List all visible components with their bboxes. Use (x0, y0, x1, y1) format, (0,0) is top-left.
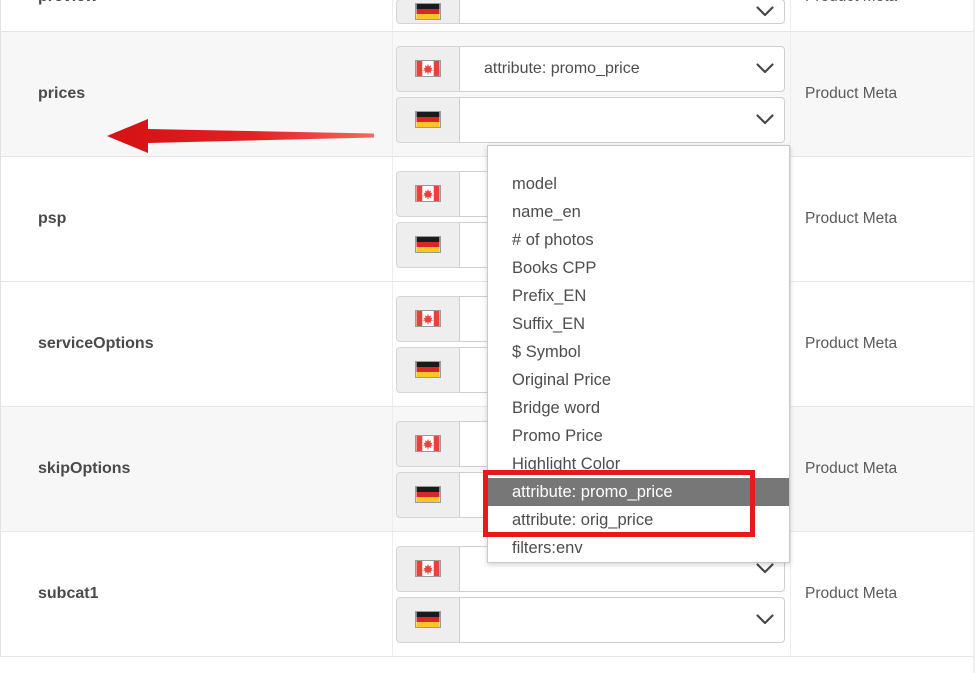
chevron-down-icon (756, 6, 774, 17)
dropdown-option[interactable]: Highlight Color (488, 450, 789, 478)
flag-canada-glyph (415, 60, 441, 77)
row-meta-type: Product Meta (791, 157, 975, 281)
flag-germany-icon (396, 96, 459, 143)
table-row: preview (0, 0, 975, 32)
attribute-dropdown-list[interactable]: model name_en # of photos Books CPP Pref… (487, 145, 790, 563)
row-meta-type: Product Meta (791, 407, 975, 531)
flag-canada-glyph (415, 310, 441, 327)
row-meta-text: Product Meta (805, 210, 898, 227)
dropdown-option[interactable]: filters:env (488, 534, 789, 562)
row-label-text: serviceOptions (38, 335, 154, 352)
dropdown-option[interactable]: Suffix_EN (488, 310, 789, 338)
row-label-text: skipOptions (38, 460, 131, 477)
flag-canada-icon (396, 545, 459, 592)
flag-canada-glyph (415, 185, 441, 202)
dropdown-option[interactable]: Bridge word (488, 394, 789, 422)
attribute-select-ca-value: attribute: promo_price (484, 59, 640, 77)
dropdown-option[interactable]: Promo Price (488, 422, 789, 450)
row-meta-text: Product Meta (805, 335, 898, 352)
flag-germany-glyph (415, 236, 441, 253)
flag-germany-icon (396, 596, 459, 643)
row-meta-text: Product Meta (805, 85, 898, 102)
attribute-select-de[interactable] (459, 596, 785, 643)
row-meta-type: Product Meta (791, 0, 975, 31)
flag-germany-icon (396, 221, 459, 268)
locale-field-de[interactable] (396, 0, 785, 24)
dropdown-option[interactable]: attribute: orig_price (488, 506, 789, 534)
flag-germany-glyph (415, 486, 441, 503)
locale-field-ca[interactable]: attribute: promo_price (396, 45, 785, 92)
chevron-down-icon (756, 63, 774, 74)
row-meta-type: Product Meta (791, 532, 975, 656)
flag-canada-icon (396, 420, 459, 467)
attribute-select-de[interactable] (459, 0, 785, 24)
row-label-prices: prices (0, 32, 393, 156)
locale-field-de[interactable] (396, 596, 785, 643)
row-label-text: preview (38, 0, 98, 6)
row-label-text: subcat1 (38, 585, 99, 602)
flag-canada-glyph (415, 560, 441, 577)
dropdown-option[interactable]: Prefix_EN (488, 282, 789, 310)
chevron-down-icon (756, 614, 774, 625)
dropdown-option[interactable]: name_en (488, 198, 789, 226)
row-fields (393, 0, 791, 31)
row-label-serviceoptions: serviceOptions (0, 282, 393, 406)
table-row: prices attribute: promo_price Product Me… (0, 32, 975, 157)
flag-canada-icon (396, 45, 459, 92)
flag-germany-icon (396, 0, 459, 24)
dropdown-option[interactable]: Original Price (488, 366, 789, 394)
row-label-text: psp (38, 210, 67, 227)
row-meta-type: Product Meta (791, 282, 975, 406)
attribute-select-de[interactable] (459, 96, 785, 143)
row-label-subcat1: subcat1 (0, 532, 393, 656)
row-meta-type: Product Meta (791, 32, 975, 156)
dropdown-option[interactable]: $ Symbol (488, 338, 789, 366)
flag-canada-icon (396, 295, 459, 342)
dropdown-option[interactable]: model (488, 170, 789, 198)
flag-germany-icon (396, 471, 459, 518)
chevron-down-icon (756, 114, 774, 125)
flag-canada-glyph (415, 435, 441, 452)
flag-germany-glyph (415, 611, 441, 628)
row-meta-text: Product Meta (805, 460, 898, 477)
dropdown-option[interactable]: Books CPP (488, 254, 789, 282)
flag-canada-icon (396, 170, 459, 217)
locale-field-de[interactable] (396, 96, 785, 143)
row-meta-text: Product Meta (805, 585, 898, 602)
flag-germany-glyph (415, 3, 441, 20)
row-label-skipoptions: skipOptions (0, 407, 393, 531)
flag-germany-glyph (415, 361, 441, 378)
dropdown-option-selected[interactable]: attribute: promo_price (488, 478, 789, 506)
flag-germany-glyph (415, 111, 441, 128)
row-label-text: prices (38, 85, 86, 102)
chevron-down-icon (756, 563, 774, 574)
row-fields: attribute: promo_price (393, 32, 791, 156)
row-label-preview: preview (0, 0, 393, 31)
row-label-psp: psp (0, 157, 393, 281)
row-meta-text: Product Meta (805, 0, 897, 6)
flag-germany-icon (396, 346, 459, 393)
dropdown-option[interactable]: # of photos (488, 226, 789, 254)
attribute-select-ca-open[interactable]: attribute: promo_price (459, 45, 785, 92)
